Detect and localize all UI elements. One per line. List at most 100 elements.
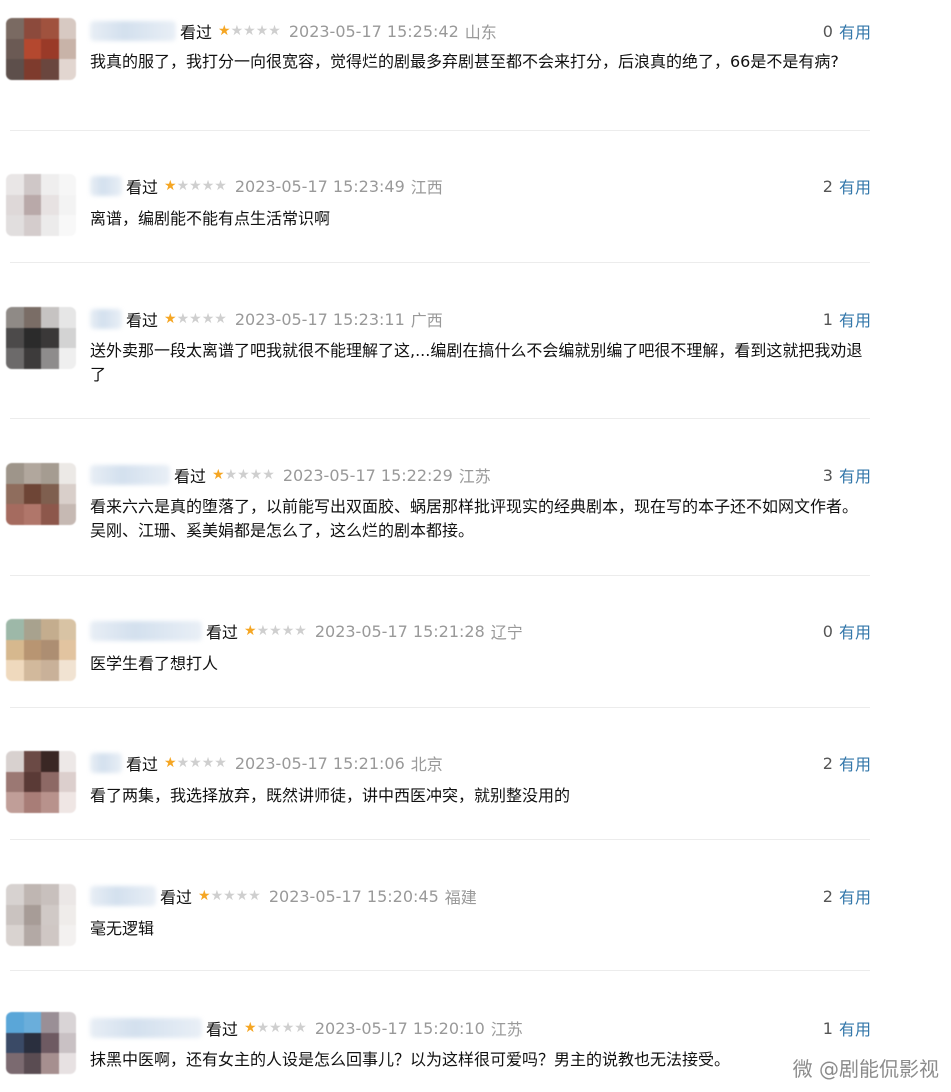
star-icon: ★: [164, 178, 177, 194]
watched-label: 看过: [160, 888, 193, 907]
comment-time: 2023-05-17 15:21:28: [314, 621, 485, 641]
vote-area: 0 有用: [823, 619, 871, 643]
vote-area: 2 有用: [823, 884, 871, 908]
star-icon: ★: [268, 23, 281, 39]
username-blurred[interactable]: [90, 309, 122, 329]
comment-time: 2023-05-17 15:20:10: [314, 1018, 485, 1038]
useful-button[interactable]: 有用: [839, 751, 871, 775]
star-icon: ★: [201, 755, 215, 771]
avatar[interactable]: [6, 18, 76, 80]
star-icon: ★: [210, 888, 224, 904]
comment-location: 福建: [444, 888, 477, 907]
comment-location: 江西: [410, 178, 443, 197]
comment-meta: 看过 ★ ★ ★ ★ ★ 2023-05-17 15:21:28 辽宁: [90, 619, 523, 643]
star-icon: ★: [281, 1020, 295, 1036]
comment-meta: 看过 ★ ★ ★ ★ ★ 2023-05-17 15:22:29 江苏: [90, 463, 491, 487]
divider: [10, 970, 870, 971]
useful-button[interactable]: 有用: [839, 307, 871, 331]
avatar[interactable]: [6, 1012, 76, 1074]
vote-count: 2: [822, 886, 833, 906]
rating-stars: ★ ★ ★ ★ ★: [244, 623, 307, 639]
avatar[interactable]: [6, 307, 76, 369]
comment-meta: 看过 ★ ★ ★ ★ ★ 2023-05-17 15:20:10 江苏: [90, 1016, 523, 1040]
comment-meta: 看过 ★ ★ ★ ★ ★ 2023-05-17 15:23:49 江西: [90, 174, 443, 198]
star-icon: ★: [269, 1020, 282, 1036]
comment-time: 2023-05-17 15:23:49: [234, 176, 405, 196]
comment-text: 医学生看了想打人: [90, 654, 219, 673]
star-icon: ★: [235, 888, 249, 904]
useful-button[interactable]: 有用: [839, 1016, 871, 1040]
star-icon: ★: [281, 623, 295, 639]
useful-button[interactable]: 有用: [839, 19, 871, 43]
username-blurred[interactable]: [90, 465, 170, 485]
star-icon: ★: [249, 467, 263, 483]
vote-count: 0: [822, 21, 833, 41]
star-icon: ★: [201, 178, 215, 194]
star-icon: ★: [164, 755, 177, 771]
star-icon: ★: [256, 623, 270, 639]
comment-location: 江苏: [490, 1020, 523, 1039]
username-blurred[interactable]: [90, 753, 122, 773]
star-icon: ★: [223, 888, 236, 904]
avatar[interactable]: [6, 619, 76, 681]
watched-label: 看过: [206, 1020, 239, 1039]
comment-time: 2023-05-17 15:22:29: [282, 465, 453, 485]
comment-text: 抹黑中医啊，还有女主的人设是怎么回事儿？以为这样很可爱吗？男主的说教也无法接受。: [90, 1050, 731, 1069]
comment-text: 毫无逻辑: [90, 919, 155, 938]
divider: [10, 262, 870, 263]
divider: [10, 418, 870, 419]
star-icon: ★: [176, 311, 190, 327]
username-blurred[interactable]: [90, 621, 202, 641]
useful-button[interactable]: 有用: [839, 884, 871, 908]
username-blurred[interactable]: [90, 176, 122, 196]
vote-count: 2: [822, 753, 833, 773]
comment-time: 2023-05-17 15:25:42: [288, 21, 459, 41]
username-blurred[interactable]: [90, 886, 156, 906]
star-icon: ★: [176, 178, 190, 194]
avatar[interactable]: [6, 884, 76, 946]
vote-count: 1: [822, 309, 833, 329]
useful-button[interactable]: 有用: [839, 174, 871, 198]
rating-stars: ★ ★ ★ ★ ★: [244, 1020, 307, 1036]
divider: [10, 839, 870, 840]
divider: [10, 707, 870, 708]
useful-button[interactable]: 有用: [839, 463, 871, 487]
star-icon: ★: [212, 467, 225, 483]
avatar[interactable]: [6, 174, 76, 236]
vote-area: 0 有用: [823, 19, 871, 43]
rating-stars: ★ ★ ★ ★ ★: [212, 467, 275, 483]
watermark: 微 @剧能侃影视: [792, 1057, 939, 1081]
divider: [10, 130, 870, 131]
useful-button[interactable]: 有用: [839, 619, 871, 643]
star-icon: ★: [189, 311, 202, 327]
star-icon: ★: [214, 178, 227, 194]
star-icon: ★: [176, 755, 190, 771]
comment-location: 山东: [464, 23, 497, 42]
rating-stars: ★ ★ ★ ★ ★: [198, 888, 261, 904]
comment-meta: 看过 ★ ★ ★ ★ ★ 2023-05-17 15:20:45 福建: [90, 884, 477, 908]
star-icon: ★: [214, 755, 227, 771]
avatar[interactable]: [6, 751, 76, 813]
vote-area: 3 有用: [823, 463, 871, 487]
comment-meta: 看过 ★ ★ ★ ★ ★ 2023-05-17 15:21:06 北京: [90, 751, 443, 775]
comment-location: 辽宁: [490, 623, 523, 642]
star-icon: ★: [189, 178, 202, 194]
vote-count: 0: [822, 621, 833, 641]
star-icon: ★: [255, 23, 269, 39]
star-icon: ★: [244, 623, 257, 639]
comment-time: 2023-05-17 15:20:45: [268, 886, 439, 906]
comment-meta: 看过 ★ ★ ★ ★ ★ 2023-05-17 15:23:11 广西: [90, 307, 443, 331]
username-blurred[interactable]: [90, 1018, 202, 1038]
star-icon: ★: [262, 467, 275, 483]
vote-count: 3: [822, 465, 833, 485]
comment-meta: 看过 ★ ★ ★ ★ ★ 2023-05-17 15:25:42 山东: [90, 19, 497, 43]
star-icon: ★: [214, 311, 227, 327]
avatar[interactable]: [6, 463, 76, 525]
rating-stars: ★ ★ ★ ★ ★: [164, 178, 227, 194]
watched-label: 看过: [180, 23, 213, 42]
star-icon: ★: [198, 888, 211, 904]
star-icon: ★: [294, 623, 307, 639]
vote-area: 1 有用: [823, 1016, 871, 1040]
username-blurred[interactable]: [90, 21, 176, 41]
comment-text: 看来六六是真的堕落了，以前能写出双面胶、蜗居那样批评现实的经典剧本，现在写的本子…: [90, 497, 859, 540]
